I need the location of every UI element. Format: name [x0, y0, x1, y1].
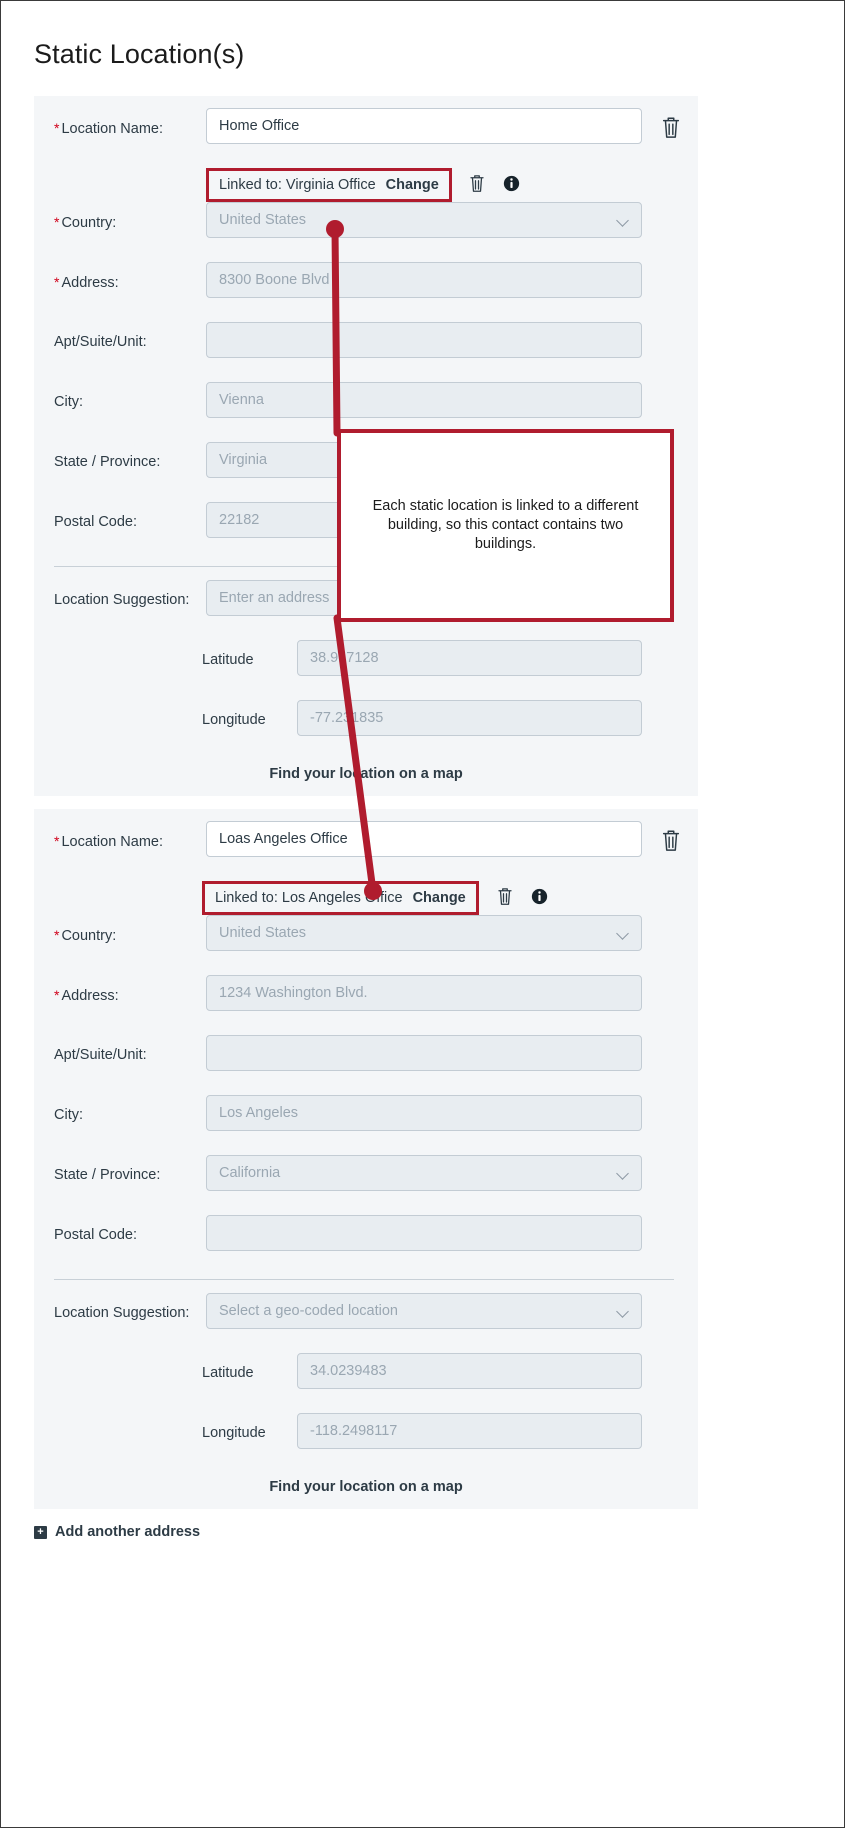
unlink-building-2-trash-icon[interactable] — [496, 885, 514, 912]
input-location-name-2[interactable]: Loas Angeles Office — [206, 821, 642, 857]
linked-building-label-1: Linked to: Virginia Office — [219, 177, 376, 193]
label-city-1: City: — [54, 394, 85, 410]
page-title: Static Location(s) — [34, 39, 245, 69]
linked-building-1-info-icon[interactable] — [503, 175, 520, 197]
field-row-apt-1: Apt/Suite/Unit: — [34, 322, 698, 362]
input-location-name-1[interactable]: Home Office — [206, 108, 642, 144]
field-row-address-1: * Address: 8300 Boone Blvd — [34, 262, 698, 302]
add-another-address-button[interactable]: + Add another address — [34, 1524, 200, 1540]
plus-square-icon: + — [34, 1525, 47, 1539]
label-address-1: * Address: — [54, 274, 120, 291]
find-location-on-map-1-link[interactable]: Find your location on a map — [34, 766, 698, 782]
input-longitude-1[interactable]: -77.231835 — [297, 700, 642, 736]
label-country-2: * Country: — [54, 927, 118, 944]
input-latitude-2[interactable]: 34.0239483 — [297, 1353, 642, 1389]
label-location-name-1: * Location Name: — [54, 120, 165, 137]
linked-building-row-2: Linked to: Los Angeles Office Change — [202, 881, 672, 915]
input-city-2[interactable]: Los Angeles — [206, 1095, 642, 1131]
field-row-country-2: * Country: United States — [34, 915, 698, 955]
select-country-2[interactable]: United States — [206, 915, 642, 951]
label-postal-1: Postal Code: — [54, 514, 139, 530]
linked-building-highlight-2: Linked to: Los Angeles Office Change — [202, 881, 479, 915]
change-linked-building-1-link[interactable]: Change — [386, 177, 439, 193]
field-row-city-1: City: Vienna — [34, 382, 698, 422]
field-row-longitude-2: Longitude -118.2498117 — [34, 1413, 698, 1453]
label-suggestion-1: Location Suggestion: — [54, 592, 191, 608]
label-postal-2: Postal Code: — [54, 1227, 139, 1243]
input-apt-1[interactable] — [206, 322, 642, 358]
field-row-state-2: State / Province: California — [34, 1155, 698, 1195]
static-location-card-2: * Location Name: Loas Angeles Office Link… — [34, 809, 698, 1509]
unlink-building-1-trash-icon[interactable] — [468, 172, 486, 199]
label-state-1: State / Province: — [54, 454, 162, 470]
label-longitude-1: Longitude — [202, 712, 266, 728]
label-apt-1: Apt/Suite/Unit: — [54, 334, 148, 350]
input-longitude-2[interactable]: -118.2498117 — [297, 1413, 642, 1449]
field-row-apt-2: Apt/Suite/Unit: — [34, 1035, 698, 1075]
label-apt-2: Apt/Suite/Unit: — [54, 1047, 148, 1063]
input-latitude-1[interactable]: 38.917128 — [297, 640, 642, 676]
annotation-callout: Each static location is linked to a diff… — [337, 429, 674, 622]
input-address-2[interactable]: 1234 Washington Blvd. — [206, 975, 642, 1011]
add-another-address-label: Add another address — [55, 1524, 201, 1540]
input-city-1[interactable]: Vienna — [206, 382, 642, 418]
label-address-2: * Address: — [54, 987, 120, 1004]
linked-building-2-info-icon[interactable] — [531, 888, 548, 910]
input-address-1[interactable]: 8300 Boone Blvd — [206, 262, 642, 298]
field-row-address-2: * Address: 1234 Washington Blvd. — [34, 975, 698, 1015]
input-postal-2[interactable] — [206, 1215, 642, 1251]
field-row-suggestion-2: Location Suggestion: Select a geo-coded … — [34, 1293, 698, 1333]
field-row-location-name-2: * Location Name: Loas Angeles Office — [34, 821, 698, 861]
field-row-latitude-1: Latitude 38.917128 — [34, 640, 698, 680]
linked-building-label-2: Linked to: Los Angeles Office — [215, 890, 403, 906]
required-asterisk: * — [54, 120, 60, 136]
input-apt-2[interactable] — [206, 1035, 642, 1071]
card-2-divider — [54, 1279, 674, 1280]
field-row-latitude-2: Latitude 34.0239483 — [34, 1353, 698, 1393]
select-country-1[interactable]: United States — [206, 202, 642, 238]
linked-building-row-1: Linked to: Virginia Office Change — [206, 168, 676, 202]
find-location-on-map-2-link[interactable]: Find your location on a map — [34, 1479, 698, 1495]
label-state-2: State / Province: — [54, 1167, 162, 1183]
field-row-country-1: * Country: United States — [34, 202, 698, 242]
field-row-location-name-1: * Location Name: Home Office — [34, 108, 698, 148]
label-latitude-1: Latitude — [202, 652, 254, 668]
linked-building-highlight-1: Linked to: Virginia Office Change — [206, 168, 452, 202]
field-row-postal-2: Postal Code: — [34, 1215, 698, 1255]
label-location-name-2: * Location Name: — [54, 833, 165, 850]
change-linked-building-2-link[interactable]: Change — [413, 890, 466, 906]
annotation-callout-text: Each static location is linked to a diff… — [372, 497, 639, 553]
select-location-suggestion-2[interactable]: Select a geo-coded location — [206, 1293, 642, 1329]
label-country-1: * Country: — [54, 214, 118, 231]
field-row-longitude-1: Longitude -77.231835 — [34, 700, 698, 740]
label-longitude-2: Longitude — [202, 1425, 266, 1441]
select-state-2[interactable]: California — [206, 1155, 642, 1191]
linked-row-icons-2 — [496, 885, 548, 912]
label-suggestion-2: Location Suggestion: — [54, 1305, 191, 1321]
linked-row-icons-1 — [468, 172, 520, 199]
label-latitude-2: Latitude — [202, 1365, 254, 1381]
field-row-city-2: City: Los Angeles — [34, 1095, 698, 1135]
static-locations-page: Static Location(s) * Location Name: Home … — [0, 0, 845, 1828]
label-city-2: City: — [54, 1107, 85, 1123]
